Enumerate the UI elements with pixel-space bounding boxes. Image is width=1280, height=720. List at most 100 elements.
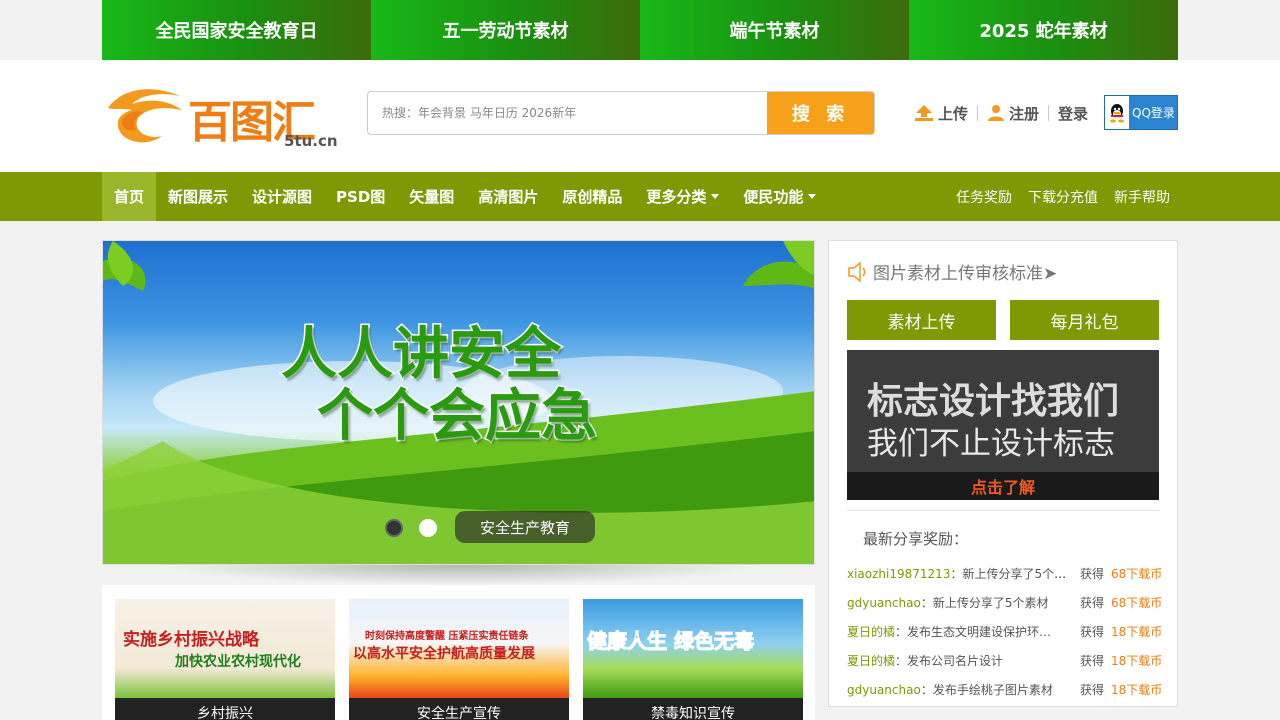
nav-new-images[interactable]: 新图展示 [156,172,240,221]
thumb-rural-revitalization[interactable]: 实施乡村振兴战略 加快农业农村现代化 乡村振兴 [115,599,335,720]
reward-list: xiaozhi19871213：新上传分享了5个素材 获得 68下载币 gdyu… [847,559,1163,704]
list-item: 夏日的橘：发布公司名片设计 获得 18下载币 [847,646,1163,675]
register-link[interactable]: 注册 [987,103,1039,124]
reward-user-link[interactable]: 夏日的橘 [847,625,895,639]
nav-label: 设计源图 [252,188,313,206]
speaker-icon [848,260,866,283]
thumb-caption: 安全生产宣传 [349,698,569,720]
logo-flame-icon [108,89,182,143]
banner-snake-year[interactable]: 2025 蛇年素材 [909,0,1178,60]
thumb-image: 实施乡村振兴战略 加快农业农村现代化 [115,599,335,698]
search-box: 搜 索 [367,91,875,135]
slider-dot-2[interactable] [419,519,437,537]
reward-get-label: 获得 [1079,567,1104,581]
nav-hd-images[interactable]: 高清图片 [466,172,550,221]
reward-get-label: 获得 [1079,596,1104,610]
main-nav: 首页 新图展示 设计源图 PSD图 矢量图 高清图片 原创精品 更多分类 便民功… [102,172,1178,221]
qq-login-label: QQ登录 [1132,106,1175,120]
sidebar-panel: 图片素材上传审核标准➤ 素材上传 每月礼包 标志设计找我们 我们不止设计标志 点… [828,240,1178,707]
nav-recharge[interactable]: 下载分充值 [1020,172,1106,221]
reward-user-link[interactable]: gdyuanchao [847,683,921,697]
thumbnail-strip: 实施乡村振兴战略 加快农业农村现代化 乡村振兴 时刻保持高度警醒 压紧压实责任链… [102,585,815,720]
reward-entry: xiaozhi19871213：新上传分享了5个素材 [847,565,1073,582]
search-button[interactable]: 搜 索 [767,92,874,134]
nav-convenience[interactable]: 便民功能 [731,172,828,221]
thumb-art-text: 以高水平安全护航高质量发展 [353,646,535,662]
reward-entry: gdyuanchao：新上传分享了5个素材 [847,594,1073,611]
reward-coins: 18下载币 [1111,683,1163,697]
ad-subheadline: 我们不止设计标志 [867,426,1115,462]
thumb-safety-production[interactable]: 时刻保持高度警醒 压紧压实责任链条 以高水平安全护航高质量发展 安全生产宣传 [349,599,569,720]
nav-right-links: 任务奖励 下载分充值 新手帮助 [948,172,1178,221]
nav-original[interactable]: 原创精品 [550,172,634,221]
upload-link[interactable]: 上传 [914,103,968,124]
chevron-down-icon [808,194,817,199]
nav-design-source[interactable]: 设计源图 [240,172,324,221]
nav-label: 首页 [114,188,145,206]
site-header: 百图汇 5tu.cn 搜 索 上传 注册 登录 [102,60,1178,172]
nav-label: 原创精品 [562,188,623,206]
banner-national-security-day[interactable]: 全民国家安全教育日 [102,0,371,60]
material-upload-button[interactable]: 素材上传 [847,300,996,340]
nav-label: 高清图片 [478,188,539,206]
nav-label: 任务奖励 [956,189,1012,206]
separator [1048,105,1050,121]
reward-desc: ：发布公司名片设计 [895,654,1004,668]
slide-headline-2: 个个会应急 [316,383,599,451]
nav-home[interactable]: 首页 [102,172,157,221]
thumb-caption: 禁毒知识宣传 [583,698,803,720]
nav-label: 下载分充值 [1028,189,1098,206]
login-label: 登录 [1058,104,1089,123]
reward-get-label: 获得 [1079,683,1104,697]
thumb-anti-drug[interactable]: 健康人生 绿色无毒 禁毒知识宣传 [583,599,803,720]
reward-coins: 68下载币 [1111,567,1163,581]
nav-help[interactable]: 新手帮助 [1106,172,1178,221]
search-input[interactable] [368,92,768,134]
qq-penguin-icon [1105,96,1129,129]
nav-label: 新图展示 [168,188,229,206]
top-banner-bar: 全民国家安全教育日 五一劳动节素材 端午节素材 2025 蛇年素材 [102,0,1178,60]
logo-domain: 5tu.cn [284,132,338,150]
reward-user-link[interactable]: xiaozhi19871213 [847,567,950,581]
reward-entry: 夏日的橘：发布公司名片设计 [847,652,1073,669]
banner-labor-day[interactable]: 五一劳动节素材 [371,0,640,60]
qq-login-button[interactable]: QQ登录 [1104,95,1178,130]
nav-task-rewards[interactable]: 任务奖励 [948,172,1020,221]
divider [847,510,1159,511]
reward-get-label: 获得 [1079,625,1104,639]
list-item: 夏日的橘：发布生态文明建设保护环… 获得 18下载币 [847,617,1162,646]
site-logo[interactable]: 百图汇 5tu.cn [102,76,347,154]
reward-desc: ：发布手绘桃子图片素材 [920,683,1053,697]
chevron-down-icon [711,194,720,199]
reward-coins: 18下载币 [1111,654,1163,668]
notice-text: 图片素材上传审核标准➤ [873,264,1058,284]
ad-cta: 点击了解 [847,472,1159,500]
list-item: gdyuanchao：发布手绘桃子图片素材 获得 18下载币 [847,675,1163,704]
slider-shadow [160,565,760,585]
nav-vector[interactable]: 矢量图 [397,172,466,221]
thumb-caption: 乡村振兴 [115,698,335,720]
reward-user-link[interactable]: 夏日的橘 [847,654,895,668]
reward-user-link[interactable]: gdyuanchao [847,596,921,610]
login-link[interactable]: 登录 [1058,103,1088,124]
register-label: 注册 [1009,104,1040,123]
slider-dot-1[interactable] [385,519,403,537]
nav-psd[interactable]: PSD图 [324,172,397,221]
list-item: xiaozhi19871213：新上传分享了5个素材 获得 68下载币 [847,559,1163,588]
upload-standard-notice[interactable]: 图片素材上传审核标准➤ [847,259,1057,284]
monthly-gift-button[interactable]: 每月礼包 [1010,300,1159,340]
thumb-image: 健康人生 绿色无毒 [583,599,803,698]
reward-get-label: 获得 [1079,654,1104,668]
separator [977,105,979,121]
reward-desc: ：新上传分享了5个素材 [950,567,1073,581]
reward-entry: 夏日的橘：发布生态文明建设保护环… [847,623,1073,640]
list-item: gdyuanchao：新上传分享了5个素材 获得 68下载币 [847,588,1162,617]
reward-desc: ：新上传分享了5个素材 [920,596,1049,610]
user-icon [988,105,1005,121]
nav-more-categories[interactable]: 更多分类 [634,172,731,221]
slide-caption: 安全生产教育 [455,511,595,543]
thumb-image: 时刻保持高度警醒 压紧压实责任链条 以高水平安全护航高质量发展 [349,599,569,698]
logo-design-ad[interactable]: 标志设计找我们 我们不止设计标志 点击了解 [847,350,1159,500]
hero-slider[interactable]: 人人讲安全 个个会应急 安全生产教育 [102,240,815,565]
banner-dragon-boat[interactable]: 端午节素材 [640,0,909,60]
